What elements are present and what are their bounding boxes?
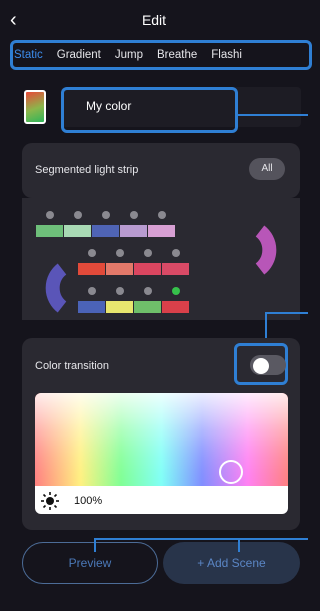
strip-segment[interactable] bbox=[120, 225, 147, 237]
callout-line bbox=[94, 538, 308, 540]
callout-line bbox=[238, 538, 240, 552]
tab-gradient[interactable]: Gradient bbox=[57, 43, 101, 67]
add-scene-button[interactable]: + Add Scene bbox=[163, 542, 300, 584]
all-button[interactable]: All bbox=[249, 158, 285, 180]
segment-check-icon[interactable] bbox=[172, 287, 180, 295]
preview-button[interactable]: Preview bbox=[22, 542, 158, 584]
strip-segment[interactable] bbox=[78, 263, 105, 275]
segment-check-icon[interactable] bbox=[46, 211, 54, 219]
segment-check-icon[interactable] bbox=[102, 211, 110, 219]
tab-flashing[interactable]: Flashi bbox=[211, 43, 242, 67]
effect-tabs: Static Gradient Jump Breathe Flashi bbox=[10, 40, 312, 70]
tab-breathe[interactable]: Breathe bbox=[157, 43, 197, 67]
strip-segment[interactable] bbox=[78, 301, 105, 313]
tab-jump[interactable]: Jump bbox=[115, 43, 143, 67]
strip-segment[interactable] bbox=[36, 225, 63, 237]
segment-check-icon[interactable] bbox=[130, 211, 138, 219]
strip-segment[interactable] bbox=[162, 301, 189, 313]
segment-check-icon[interactable] bbox=[144, 287, 152, 295]
page-title: Edit bbox=[141, 12, 167, 28]
brightness-value: 100% bbox=[74, 495, 103, 507]
segment-check-icon[interactable] bbox=[116, 249, 124, 257]
callout-line bbox=[238, 114, 308, 116]
color-picker-whiteness bbox=[35, 393, 288, 486]
segmented-label: Segmented light strip bbox=[35, 164, 139, 176]
sun-icon bbox=[41, 492, 59, 510]
segment-check-icon[interactable] bbox=[144, 249, 152, 257]
strip-segment[interactable] bbox=[92, 225, 119, 237]
segment-check-icon[interactable] bbox=[88, 287, 96, 295]
light-strip-diagram bbox=[22, 198, 300, 320]
strip-segment[interactable] bbox=[162, 263, 189, 275]
color-swatch[interactable] bbox=[24, 90, 46, 124]
brightness-bar[interactable] bbox=[35, 486, 288, 514]
callout-line bbox=[94, 538, 96, 552]
toggle-knob bbox=[253, 358, 269, 374]
color-name-text: My color bbox=[86, 99, 132, 113]
color-transition-label: Color transition bbox=[35, 360, 109, 372]
segment-check-icon[interactable] bbox=[158, 211, 166, 219]
color-picker-handle[interactable] bbox=[219, 460, 243, 484]
tab-static[interactable]: Static bbox=[14, 43, 43, 67]
strip-segment[interactable] bbox=[106, 263, 133, 275]
segment-check-icon[interactable] bbox=[172, 249, 180, 257]
segment-check-icon[interactable] bbox=[88, 249, 96, 257]
strip-segment[interactable] bbox=[64, 225, 91, 237]
strip-segment[interactable] bbox=[134, 263, 161, 275]
segment-check-icon[interactable] bbox=[116, 287, 124, 295]
strip-segment[interactable] bbox=[148, 225, 175, 237]
segment-check-icon[interactable] bbox=[74, 211, 82, 219]
callout-line bbox=[265, 312, 308, 314]
strip-segment[interactable] bbox=[106, 301, 133, 313]
strip-segment[interactable] bbox=[134, 301, 161, 313]
